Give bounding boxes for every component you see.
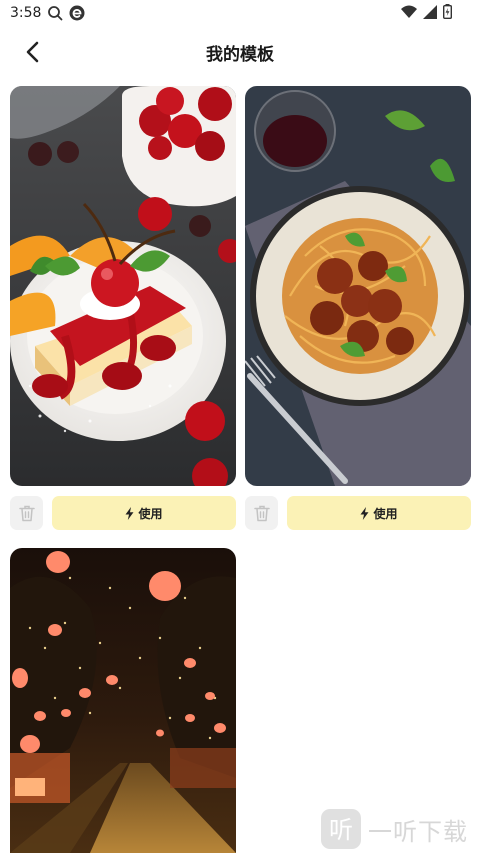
lightning-icon [125,506,134,520]
browser-e-icon [69,5,85,21]
watermark: 听 一听下载 [320,808,468,850]
use-button[interactable]: 使用 [52,496,236,530]
delete-button[interactable] [10,496,43,530]
spaghetti-image [245,86,471,486]
template-thumbnail-1[interactable] [10,86,236,486]
ting-logo-icon: 听 [321,809,361,849]
page-title: 我的模板 [206,45,274,65]
template-actions-1: 使用 [10,496,236,530]
lantern-street-image [10,548,236,853]
use-button-label: 使用 [373,506,398,521]
signal-icon [423,4,437,19]
cheesecake-image [10,86,236,486]
status-right-icons [401,4,452,19]
svg-text:听: 听 [329,816,353,844]
status-left-icons [47,5,85,21]
trash-icon [18,505,35,521]
status-time: 3:58 [10,5,42,21]
lightning-icon [360,506,369,520]
template-thumbnail-2[interactable] [245,86,471,486]
search-icon [48,6,63,21]
watermark-text: 一听下载 [368,817,468,846]
delete-button[interactable] [245,496,278,530]
battery-icon [443,4,452,19]
use-button-label: 使用 [138,506,163,521]
trash-icon [253,505,270,521]
template-actions-2: 使用 [245,496,471,530]
wifi-icon [401,5,417,18]
app-header: 我的模板 [0,26,480,76]
template-thumbnail-3[interactable] [10,548,236,853]
use-button[interactable]: 使用 [287,496,471,530]
